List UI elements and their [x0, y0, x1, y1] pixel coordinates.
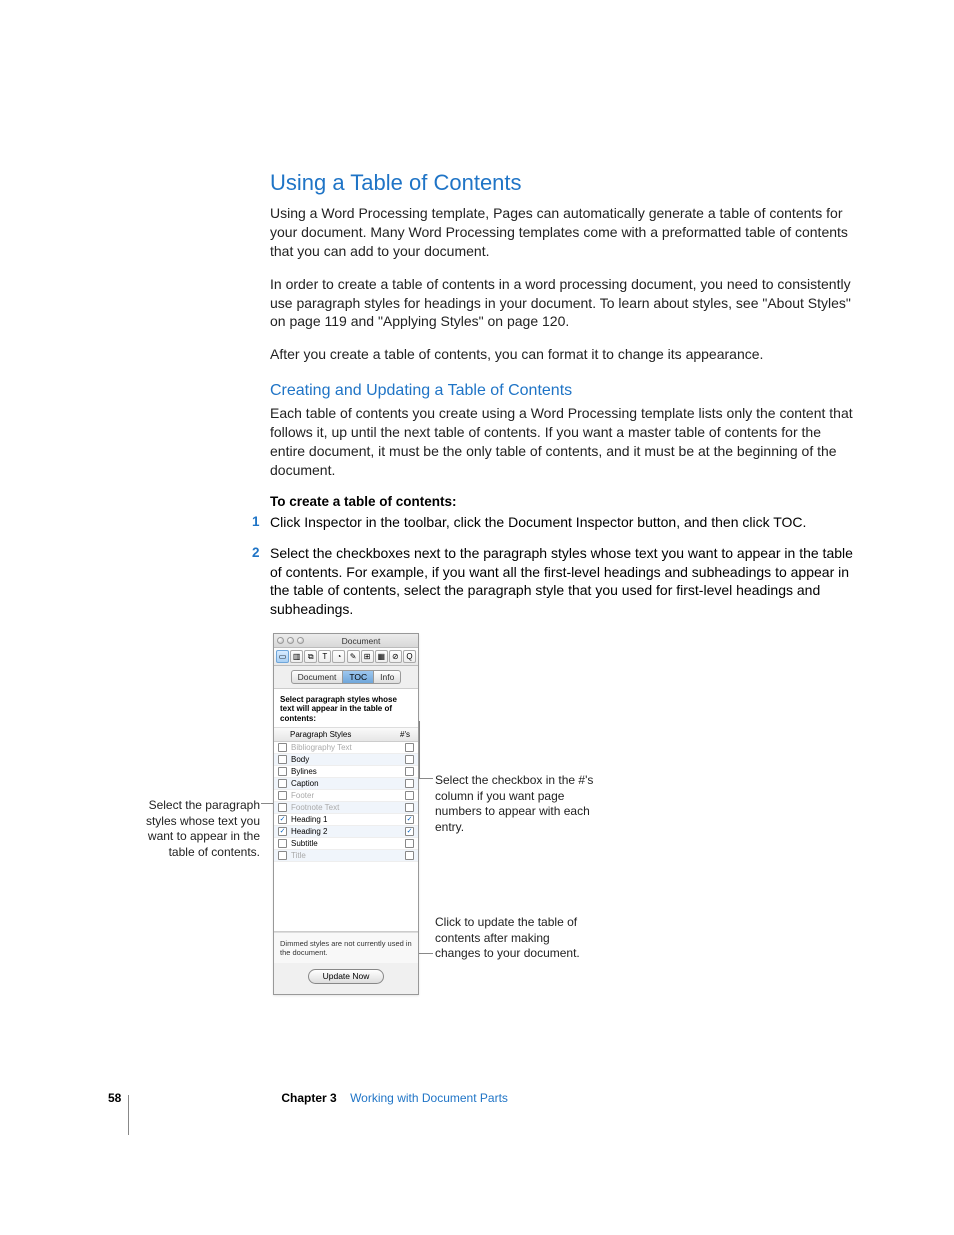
style-row: Body: [274, 754, 418, 766]
intro-para-3: After you create a table of contents, yo…: [270, 345, 854, 364]
text-inspector-icon[interactable]: T: [318, 650, 331, 663]
page-footer: 58 Chapter 3 Working with Document Parts: [108, 1091, 508, 1105]
callout-line-right1v: [419, 721, 420, 779]
inspector-instruction: Select paragraph styles whose text will …: [274, 689, 418, 728]
tab-info[interactable]: Info: [374, 670, 401, 684]
callout-line-right1: [419, 778, 433, 779]
callout-right-update: Click to update the table of contents af…: [435, 915, 595, 962]
inspector-titlebar: Document: [274, 634, 418, 648]
style-include-checkbox[interactable]: [278, 851, 287, 860]
style-name: Footnote Text: [291, 803, 405, 812]
update-now-button[interactable]: Update Now: [308, 969, 385, 984]
intro-para-2: In order to create a table of contents i…: [270, 275, 854, 332]
style-name: Body: [291, 755, 405, 764]
link-inspector-icon[interactable]: ⊘: [389, 650, 402, 663]
dimmed-note: Dimmed styles are not currently used in …: [274, 932, 418, 963]
style-row: Footer: [274, 790, 418, 802]
styles-table-header: Paragraph Styles #'s: [274, 728, 418, 742]
quicktime-inspector-icon[interactable]: Q: [403, 650, 416, 663]
footer-divider: [128, 1095, 129, 1135]
style-row: Subtitle: [274, 838, 418, 850]
col-paragraph-styles: Paragraph Styles: [290, 730, 396, 739]
style-include-checkbox[interactable]: [278, 755, 287, 764]
style-name: Subtitle: [291, 839, 405, 848]
style-include-checkbox[interactable]: [278, 803, 287, 812]
style-pagenum-checkbox[interactable]: [405, 755, 414, 764]
style-include-checkbox[interactable]: [278, 743, 287, 752]
style-include-checkbox[interactable]: [278, 815, 287, 824]
chart-inspector-icon[interactable]: ▦: [375, 650, 388, 663]
col-numbers: #'s: [396, 730, 414, 739]
style-include-checkbox[interactable]: [278, 827, 287, 836]
style-name: Caption: [291, 779, 405, 788]
style-name: Heading 1: [291, 815, 405, 824]
style-row: Heading 1: [274, 814, 418, 826]
inspector-panel: Document ▭ ▥ ⧉ T ◔ ✎ ⊞ ▦ ⊘ Q Document TO…: [273, 633, 419, 995]
style-name: Bibliography Text: [291, 743, 405, 752]
step-2: Select the checkboxes next to the paragr…: [270, 544, 854, 620]
tab-toc[interactable]: TOC: [343, 670, 374, 684]
style-row: Footnote Text: [274, 802, 418, 814]
inspector-tabs: Document TOC Info: [274, 666, 418, 689]
wrap-inspector-icon[interactable]: ⧉: [304, 650, 317, 663]
window-close-icon[interactable]: [277, 637, 284, 644]
style-row: Bibliography Text: [274, 742, 418, 754]
style-include-checkbox[interactable]: [278, 791, 287, 800]
style-row: Bylines: [274, 766, 418, 778]
chapter-label: Chapter 3: [281, 1091, 336, 1105]
window-zoom-icon[interactable]: [297, 637, 304, 644]
callout-left: Select the paragraph styles whose text y…: [130, 798, 260, 860]
style-pagenum-checkbox[interactable]: [405, 779, 414, 788]
metrics-inspector-icon[interactable]: ✎: [347, 650, 360, 663]
step-1: Click Inspector in the toolbar, click th…: [270, 513, 854, 532]
style-pagenum-checkbox[interactable]: [405, 827, 414, 836]
chapter-title: Working with Document Parts: [350, 1091, 508, 1105]
window-minimize-icon[interactable]: [287, 637, 294, 644]
style-pagenum-checkbox[interactable]: [405, 743, 414, 752]
style-pagenum-checkbox[interactable]: [405, 803, 414, 812]
tab-document[interactable]: Document: [291, 670, 344, 684]
style-row: Title: [274, 850, 418, 862]
inspector-iconrow: ▭ ▥ ⧉ T ◔ ✎ ⊞ ▦ ⊘ Q: [274, 648, 418, 666]
style-include-checkbox[interactable]: [278, 779, 287, 788]
style-name: Bylines: [291, 767, 405, 776]
style-pagenum-checkbox[interactable]: [405, 815, 414, 824]
style-include-checkbox[interactable]: [278, 839, 287, 848]
table-inspector-icon[interactable]: ⊞: [361, 650, 374, 663]
heading-creating-toc: Creating and Updating a Table of Content…: [270, 382, 854, 400]
inspector-title: Document: [307, 636, 415, 646]
style-pagenum-checkbox[interactable]: [405, 839, 414, 848]
creating-para: Each table of contents you create using …: [270, 404, 854, 480]
style-pagenum-checkbox[interactable]: [405, 851, 414, 860]
styles-table-empty: [274, 862, 418, 932]
styles-table-body: Bibliography Text Body Bylines Caption Foote…: [274, 742, 418, 862]
style-row: Caption: [274, 778, 418, 790]
document-inspector-icon[interactable]: ▭: [276, 650, 289, 663]
layout-inspector-icon[interactable]: ▥: [290, 650, 303, 663]
steps-heading: To create a table of contents:: [270, 494, 854, 509]
inspector-figure: Select the paragraph styles whose text y…: [130, 633, 730, 995]
style-pagenum-checkbox[interactable]: [405, 791, 414, 800]
graphic-inspector-icon[interactable]: ◔: [332, 650, 345, 663]
style-name: Heading 2: [291, 827, 405, 836]
style-include-checkbox[interactable]: [278, 767, 287, 776]
intro-para-1: Using a Word Processing template, Pages …: [270, 204, 854, 261]
style-name: Title: [291, 851, 405, 860]
callout-right-numbers: Select the checkbox in the #'s column if…: [435, 773, 595, 835]
style-row: Heading 2: [274, 826, 418, 838]
heading-using-toc: Using a Table of Contents: [270, 170, 854, 196]
page-number: 58: [108, 1091, 121, 1105]
style-name: Footer: [291, 791, 405, 800]
style-pagenum-checkbox[interactable]: [405, 767, 414, 776]
